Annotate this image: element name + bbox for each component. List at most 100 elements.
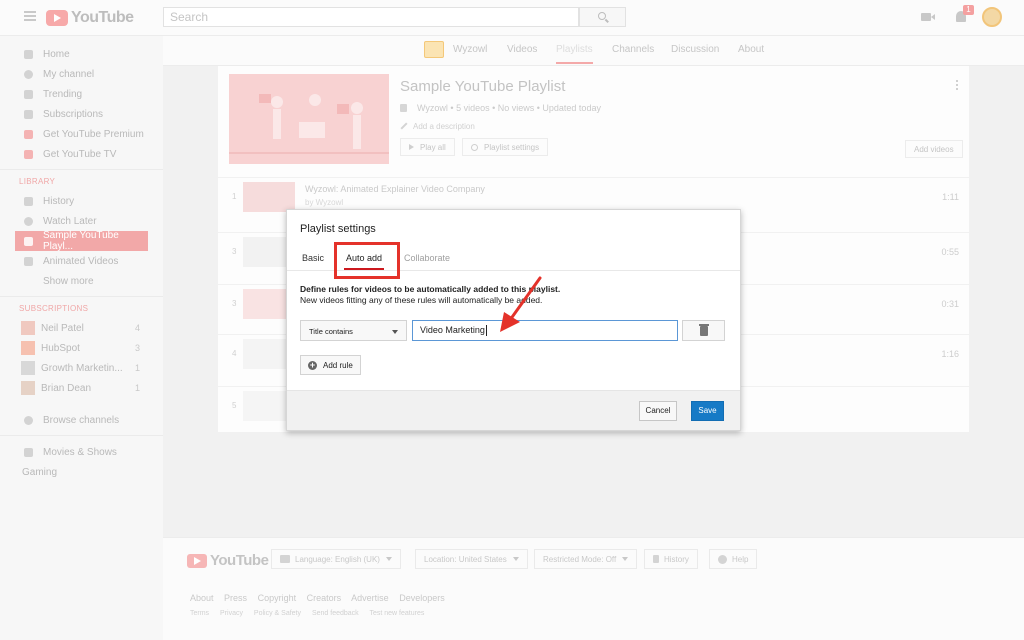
sidebar-item-history[interactable]: History xyxy=(15,191,148,211)
play-all-button[interactable]: Play all xyxy=(400,138,455,156)
footer-link[interactable]: Send feedback xyxy=(312,610,359,617)
lock-icon xyxy=(400,104,407,112)
tab-channels[interactable]: Channels xyxy=(612,44,654,55)
tab-playlists[interactable]: Playlists xyxy=(556,44,593,64)
language-icon xyxy=(280,555,290,563)
history-button[interactable]: History xyxy=(644,549,698,569)
tab-about[interactable]: About xyxy=(738,44,764,55)
video-duration: 0:31 xyxy=(941,299,959,309)
sidebar-item-label: Sample YouTube Playl... xyxy=(43,230,119,252)
sidebar-sub-neil-patel[interactable]: Neil Patel 4 xyxy=(15,318,148,338)
cancel-button[interactable]: Cancel xyxy=(639,401,677,421)
menu-icon[interactable] xyxy=(24,11,36,21)
footer-link[interactable]: Advertise xyxy=(351,593,389,603)
sidebar-browse-channels[interactable]: Browse channels xyxy=(15,410,148,430)
tab-collaborate[interactable]: Collaborate xyxy=(404,253,450,263)
add-videos-button[interactable]: Add videos xyxy=(905,140,963,158)
sidebar-item-label: History xyxy=(43,195,75,207)
sidebar-item-watch-later[interactable]: Watch Later xyxy=(15,211,148,231)
sidebar-item-animated-videos[interactable]: Animated Videos xyxy=(15,251,148,271)
restricted-mode-button[interactable]: Restricted Mode: Off xyxy=(534,549,638,569)
rule-type-value: Title contains xyxy=(309,327,353,336)
video-owner[interactable]: by Wyzowl xyxy=(305,198,343,207)
video-duration: 0:55 xyxy=(941,247,959,257)
account-avatar[interactable] xyxy=(982,7,1002,27)
chevron-down-icon xyxy=(622,557,629,561)
playlist-title: Sample YouTube Playlist xyxy=(400,78,566,95)
sidebar-item-subscriptions[interactable]: Subscriptions xyxy=(15,104,148,124)
search-input[interactable]: Search xyxy=(163,7,579,27)
footer-link[interactable]: Test new features xyxy=(369,610,424,617)
sidebar-item-label: Animated Videos xyxy=(43,255,119,267)
sidebar-divider xyxy=(0,435,163,436)
chevron-down-icon xyxy=(512,557,519,561)
sidebar-movies-shows[interactable]: Movies & Shows xyxy=(15,442,148,462)
footer-logo[interactable]: YouTube xyxy=(187,552,269,569)
sidebar-sub-growth-marketing[interactable]: Growth Marketin... 1 xyxy=(15,358,148,378)
text-cursor xyxy=(485,325,487,337)
add-description-link[interactable]: Add a description xyxy=(400,122,475,131)
footer-link[interactable]: Copyright xyxy=(258,593,297,603)
sidebar-item-label: Brian Dean xyxy=(41,382,92,394)
sidebar-gaming[interactable]: Gaming xyxy=(15,462,148,482)
playlist-settings-button[interactable]: Playlist settings xyxy=(462,138,549,156)
hourglass-icon xyxy=(24,196,33,206)
chevron-down-icon xyxy=(385,557,392,561)
film-icon xyxy=(24,447,33,457)
video-duration: 1:16 xyxy=(941,349,959,359)
footer-link[interactable]: Privacy xyxy=(220,610,243,617)
sidebar-item-trending[interactable]: Trending xyxy=(15,84,148,104)
more-actions-icon[interactable] xyxy=(956,80,958,90)
footer-link[interactable]: Creators xyxy=(307,593,342,603)
sidebar-item-sample-playlist[interactable]: Sample YouTube Playl... xyxy=(15,230,148,252)
logo-text: YouTube xyxy=(71,9,134,26)
sidebar-item-premium[interactable]: Get YouTube Premium xyxy=(15,124,148,144)
tab-channel-home[interactable]: Wyzowl xyxy=(453,44,487,55)
youtube-icon xyxy=(24,149,33,159)
delete-rule-button[interactable] xyxy=(682,320,725,341)
tab-videos[interactable]: Videos xyxy=(507,44,537,55)
row-index: 3 xyxy=(232,247,237,256)
sidebar-item-youtube-tv[interactable]: Get YouTube TV xyxy=(15,144,148,164)
plus-circle-icon: + xyxy=(308,360,317,370)
dialog-footer: Cancel Save xyxy=(287,390,740,430)
new-count: 1 xyxy=(134,363,140,373)
youtube-logo[interactable]: YouTube xyxy=(46,9,134,27)
playlist-illustration xyxy=(229,74,389,164)
footer-link[interactable]: About xyxy=(190,593,214,603)
footer-link[interactable]: Press xyxy=(224,593,247,603)
help-label: Help xyxy=(732,554,749,564)
footer-link[interactable]: Policy & Safety xyxy=(254,610,301,617)
sidebar-item-label: Neil Patel xyxy=(41,322,84,334)
video-title[interactable]: Wyzowl: Animated Explainer Video Company xyxy=(305,184,485,194)
sidebar-item-my-channel[interactable]: My channel xyxy=(15,64,148,84)
add-rule-button[interactable]: + Add rule xyxy=(300,355,361,375)
search-button[interactable] xyxy=(579,7,626,27)
sidebar-sub-hubspot[interactable]: HubSpot 3 xyxy=(15,338,148,358)
annotation-highlight-box xyxy=(334,242,400,279)
sidebar-show-more[interactable]: Show more xyxy=(15,271,148,291)
add-description-label: Add a description xyxy=(413,122,475,131)
language-label: Language: English (UK) xyxy=(295,554,380,564)
video-thumbnail[interactable] xyxy=(243,182,295,212)
tab-discussion[interactable]: Discussion xyxy=(671,44,719,55)
sidebar-sub-brian-dean[interactable]: Brian Dean 1 xyxy=(15,378,148,398)
footer-links: About Press Copyright Creators Advertise… xyxy=(190,593,453,603)
upload-video-icon[interactable] xyxy=(921,13,935,21)
row-index: 3 xyxy=(232,299,237,308)
footer-link[interactable]: Developers xyxy=(399,593,445,603)
sidebar-item-home[interactable]: Home xyxy=(15,44,148,64)
sidebar-item-label: Get YouTube Premium xyxy=(43,128,144,140)
footer-link[interactable]: Terms xyxy=(190,610,209,617)
rule-type-select[interactable]: Title contains xyxy=(300,320,407,341)
location-button[interactable]: Location: United States xyxy=(415,549,528,569)
channel-avatar[interactable] xyxy=(424,41,444,58)
help-button[interactable]: Help xyxy=(709,549,758,569)
tab-basic[interactable]: Basic xyxy=(302,253,324,263)
playlist-thumbnail[interactable] xyxy=(229,74,389,164)
sidebar-item-label: Home xyxy=(43,48,70,60)
playlist-settings-label: Playlist settings xyxy=(484,143,540,152)
sidebar-item-label: HubSpot xyxy=(41,342,80,354)
language-button[interactable]: Language: English (UK) xyxy=(271,549,401,569)
save-button[interactable]: Save xyxy=(691,401,724,421)
